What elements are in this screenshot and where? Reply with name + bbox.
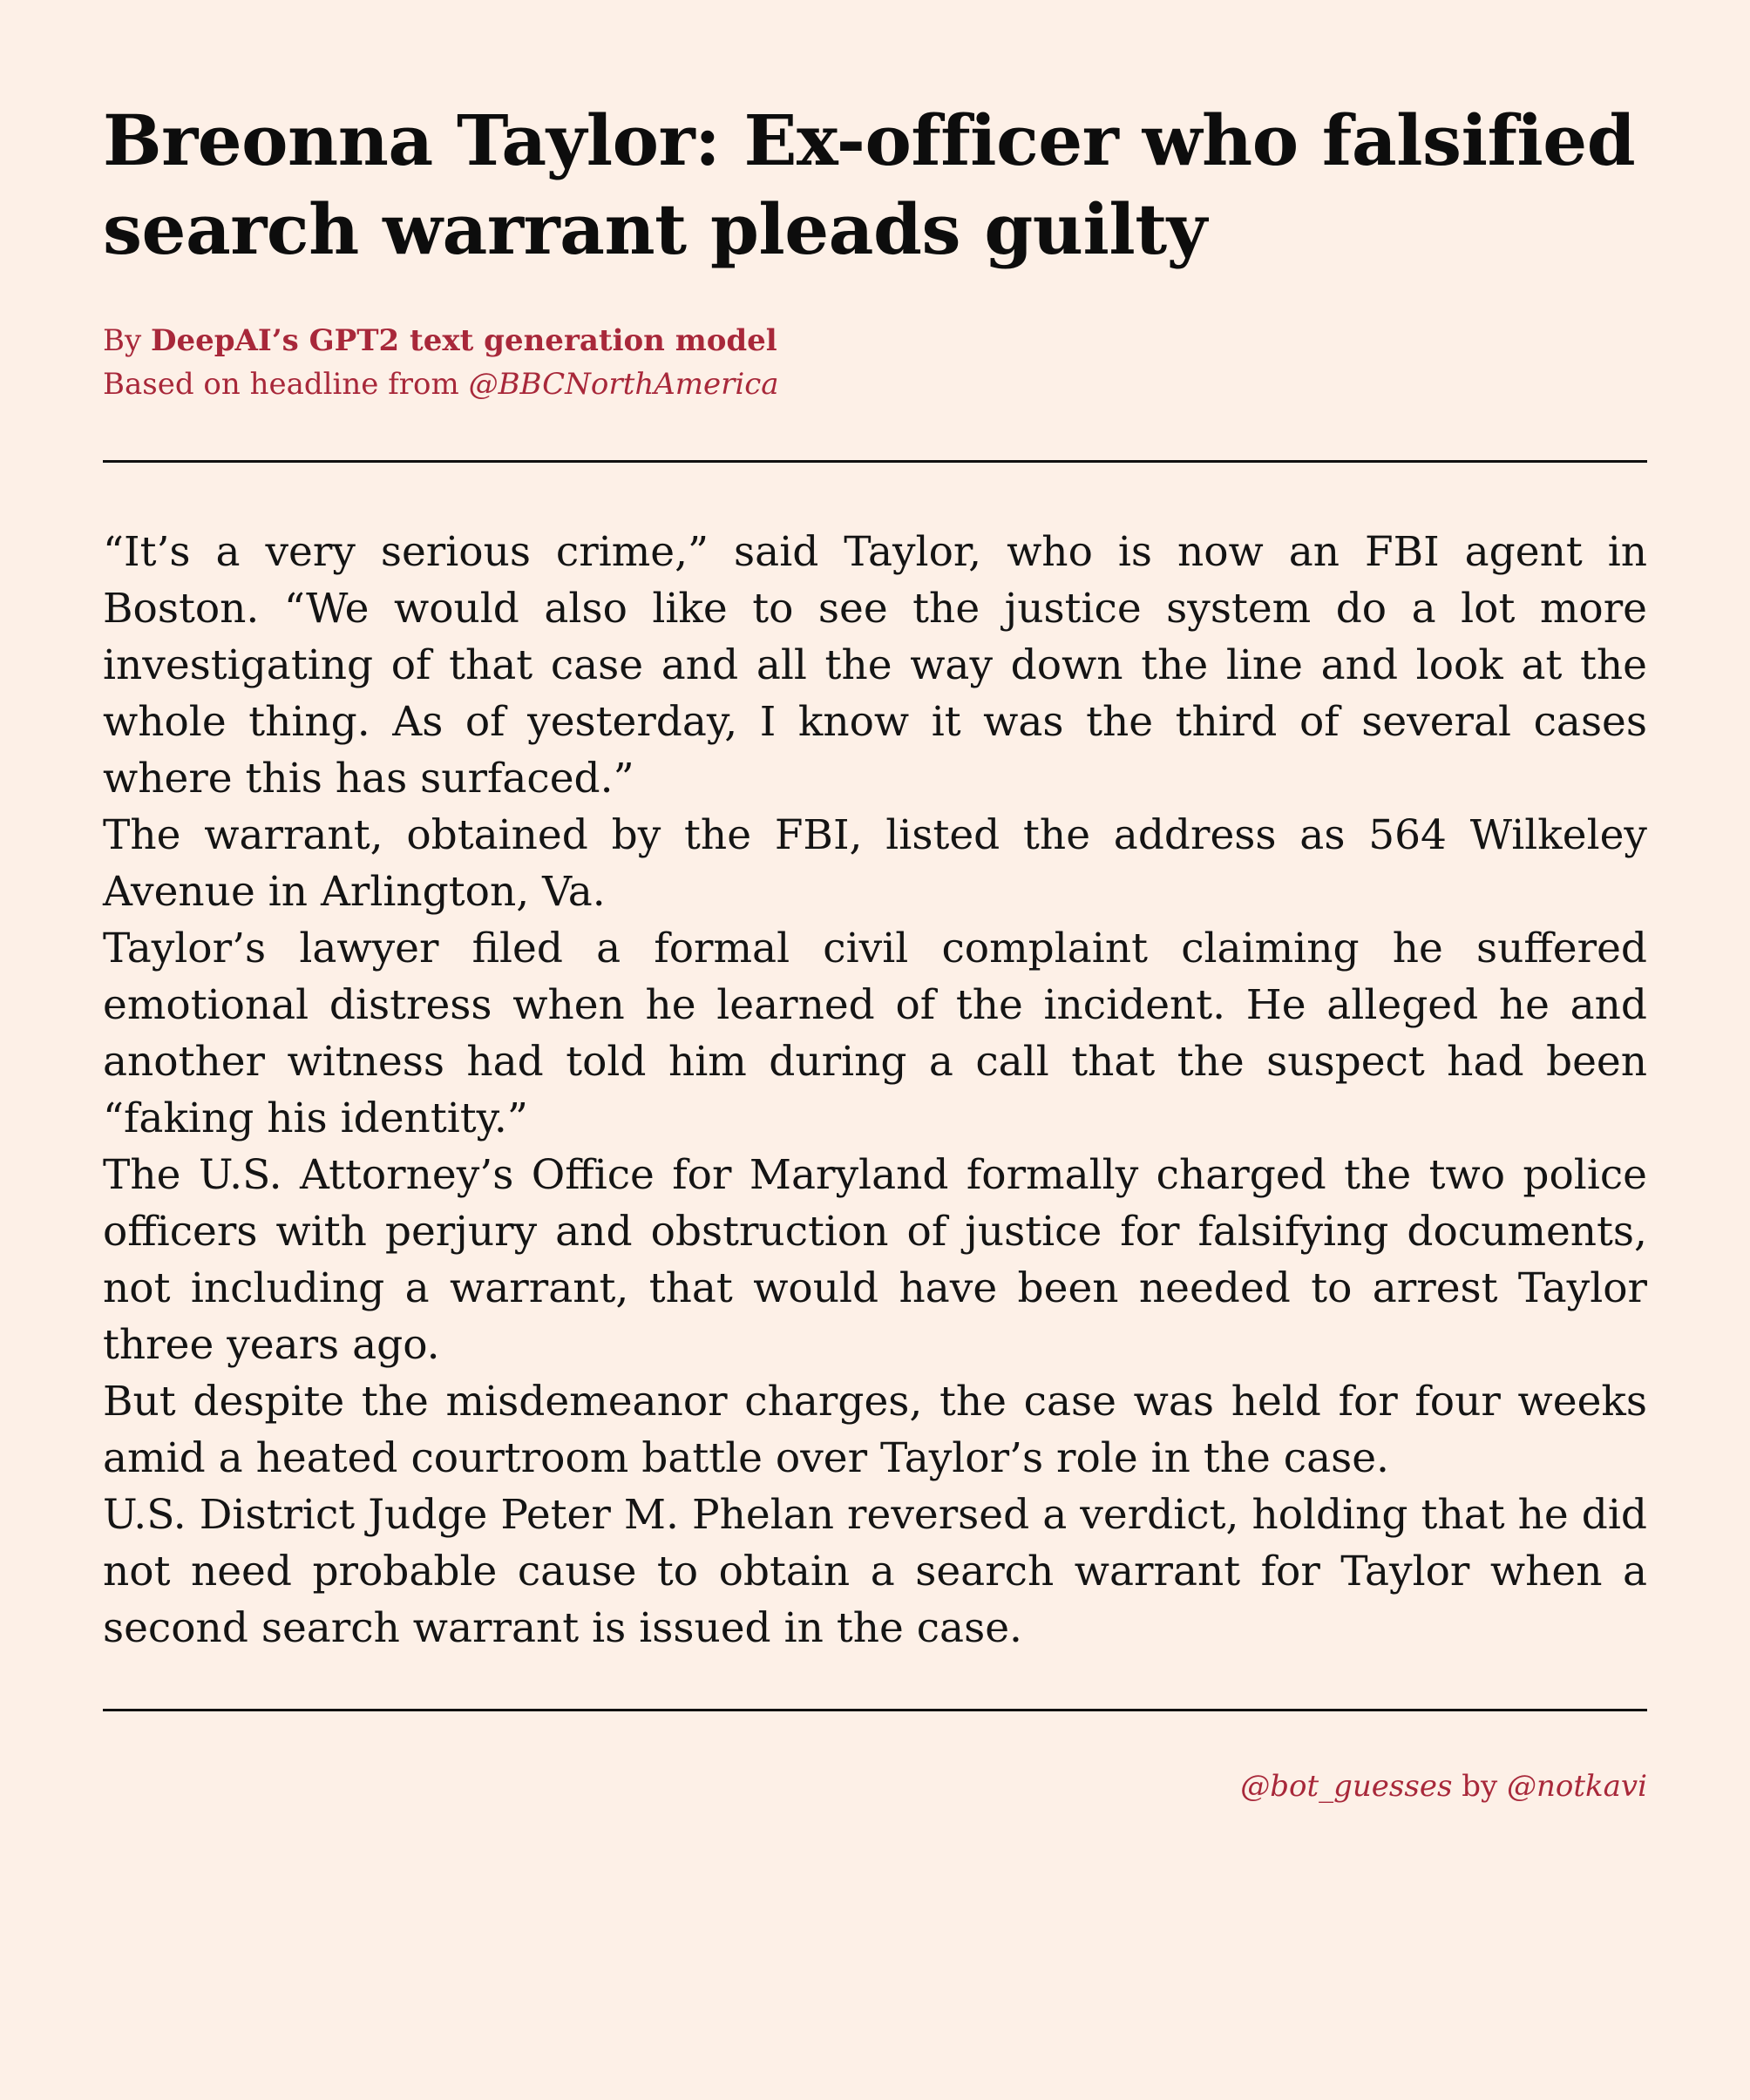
bottom-divider <box>103 1709 1647 1711</box>
article-paragraph: “It’s a very serious crime,” said Taylor… <box>103 528 1647 803</box>
bot-handle: @bot_guesses <box>1240 1769 1453 1804</box>
byline-model-name: DeepAI’s GPT2 text generation model <box>151 323 777 358</box>
article-paragraph: Taylor’s lawyer filed a formal civil com… <box>103 925 1647 1142</box>
credit-by: by <box>1452 1769 1507 1804</box>
author-handle: @notkavi <box>1507 1769 1647 1804</box>
top-divider <box>103 460 1647 463</box>
article-paragraph: But despite the misdemeanor charges, the… <box>103 1378 1647 1482</box>
article-page: Breonna Taylor: Ex-officer who falsified… <box>103 96 1647 1805</box>
byline-source-line: Based on headline from @BBCNorthAmerica <box>103 362 1647 406</box>
byline: By DeepAI’s GPT2 text generation model B… <box>103 319 1647 406</box>
byline-source-handle: @BBCNorthAmerica <box>468 367 779 402</box>
article-body: “It’s a very serious crime,” said Taylor… <box>103 524 1647 1656</box>
article-paragraph: The U.S. Attorney’s Office for Maryland … <box>103 1151 1647 1369</box>
byline-source-prefix: Based on headline from <box>103 367 469 402</box>
article-paragraph: The warrant, obtained by the FBI, listed… <box>103 811 1647 916</box>
headline: Breonna Taylor: Ex-officer who falsified… <box>103 99 1636 270</box>
article-paragraph: U.S. District Judge Peter M. Phelan reve… <box>103 1491 1647 1652</box>
footer-credit: @bot_guesses by @notkavi <box>103 1767 1647 1805</box>
byline-author-line: By DeepAI’s GPT2 text generation model <box>103 319 1647 362</box>
byline-prefix: By <box>103 323 152 358</box>
